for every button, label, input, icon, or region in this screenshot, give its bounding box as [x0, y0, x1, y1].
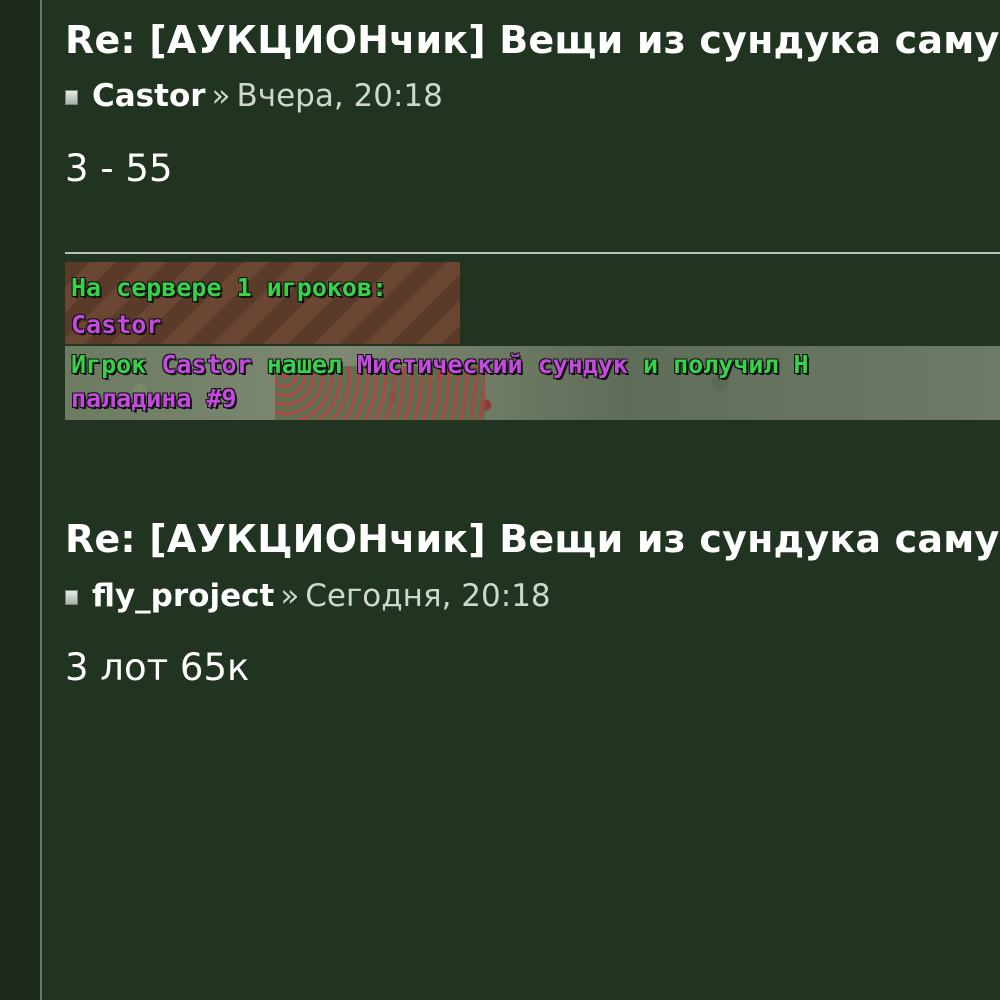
post-meta: fly_project» Сегодня, 20:18	[65, 577, 551, 615]
game-loot-word-found: нашел	[266, 350, 342, 379]
game-screenshot-image: На сервере 1 игроков: Castor Игрок Casto…	[65, 262, 1000, 420]
game-loot-message: Игрок Castor нашел Мистический сундук и …	[71, 350, 809, 380]
game-player-name-text: Castor	[71, 310, 162, 339]
game-server-count-text: На сервере 1 игроков:	[71, 273, 388, 302]
meta-separator: »	[280, 578, 300, 614]
post-author-link[interactable]: Castor	[92, 78, 206, 114]
post-title[interactable]: Re: [АУКЦИОНчик] Вещи из сундука самур	[65, 17, 1000, 63]
post-body: 3 - 55	[65, 147, 173, 190]
game-loot-item-name: паладина #9	[71, 384, 237, 413]
post-author-link[interactable]: fly_project	[92, 578, 274, 614]
meta-separator: »	[211, 78, 231, 114]
posts-content: Re: [АУКЦИОНчик] Вещи из сундука самур C…	[65, 0, 1000, 1000]
post-body: 3 лот 65к	[65, 646, 250, 689]
left-gutter	[0, 0, 42, 1000]
post-title[interactable]: Re: [АУКЦИОНчик] Вещи из сундука самур	[65, 516, 1000, 562]
post-icon	[65, 90, 78, 105]
game-loot-player-name: Castor	[161, 350, 252, 379]
post-icon	[65, 590, 78, 605]
game-loot-chest-name: Мистический сундук	[357, 350, 628, 379]
signature-divider	[65, 252, 1000, 254]
post-meta: Castor» Вчера, 20:18	[65, 77, 443, 115]
game-loot-word-player: Игрок	[71, 350, 147, 379]
forum-page: Re: [АУКЦИОНчик] Вещи из сундука самур C…	[0, 0, 1000, 1000]
post-date: Сегодня, 20:18	[305, 578, 551, 614]
post-date: Вчера, 20:18	[236, 78, 443, 114]
game-loot-word-received: и получил Н	[643, 350, 809, 379]
